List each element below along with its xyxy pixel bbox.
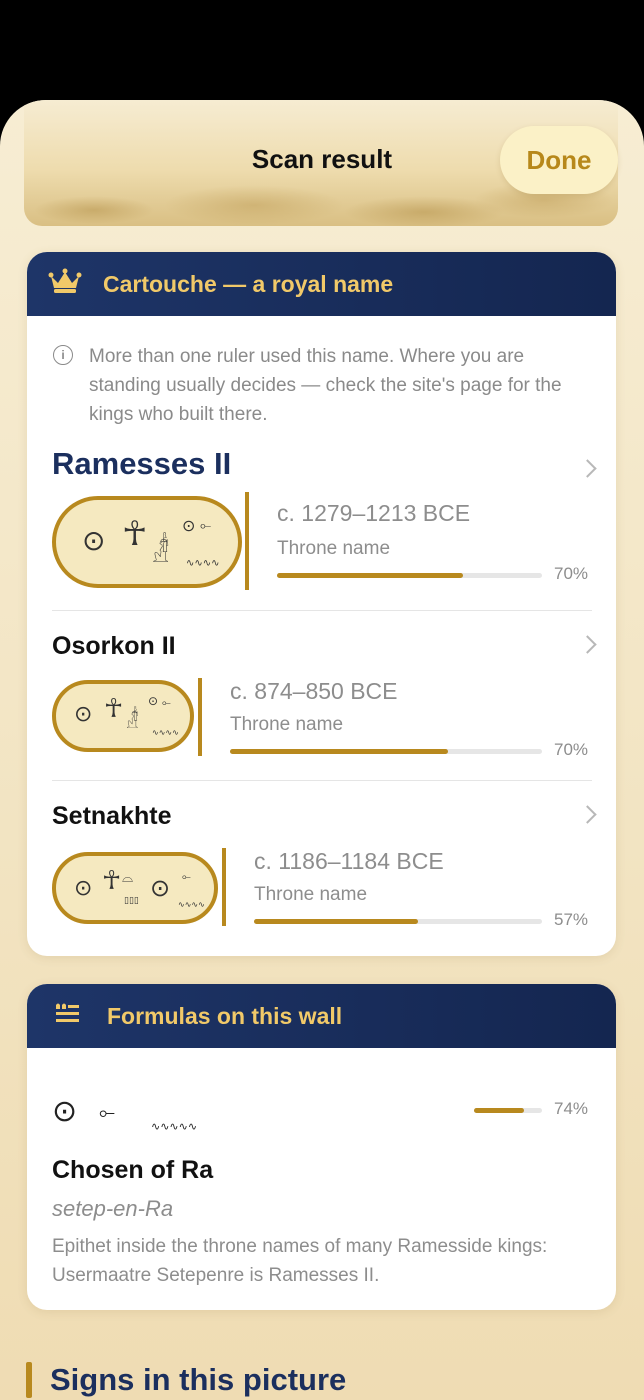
- cartouche-card-heading: Cartouche — a royal name: [103, 270, 394, 297]
- cartouche-glyph: ⊙ ☥ 𓁦 ⊙ ⟜ ∿∿∿∿: [52, 680, 194, 752]
- info-note: i More than one ruler used this name. Wh…: [53, 342, 593, 429]
- ruler-name: Ramesses II: [52, 446, 232, 481]
- cartouche-bar: [222, 848, 226, 926]
- confidence-bar: [230, 749, 542, 754]
- chevron-right-icon: [578, 459, 597, 478]
- divider: [52, 610, 592, 611]
- confidence-label: 57%: [554, 910, 589, 929]
- done-button[interactable]: Done: [500, 126, 618, 194]
- formula-title: Chosen of Ra: [52, 1156, 214, 1184]
- cartouche-card: Cartouche — a royal name i More than one…: [27, 252, 616, 956]
- ruler-row-ramesses-ii[interactable]: Ramesses II ⊙ ☥ 𓁦 ⊙ ⟜ ∿∿∿∿ c. 1279–1213 …: [27, 446, 616, 608]
- formula-description: Epithet inside the throne names of many …: [52, 1236, 548, 1286]
- confidence-label: 70%: [554, 564, 589, 583]
- crown-icon: [27, 268, 103, 300]
- ruler-name: Setnakhte: [52, 802, 172, 830]
- ruler-date: c. 874–850 BCE: [230, 678, 398, 704]
- chevron-right-icon: [578, 635, 597, 654]
- confidence-label: 74%: [554, 1099, 589, 1118]
- signs-section-heading: Signs in this picture: [26, 1362, 346, 1398]
- formula-item[interactable]: ⊙ ⟜ ∿∿∿∿∿ 74% Chosen of Ra setep-en-Ra E…: [27, 1048, 616, 1310]
- confidence-bar: [277, 573, 542, 578]
- formulas-card-header: Formulas on this wall: [27, 984, 616, 1048]
- ruler-row-osorkon-ii[interactable]: Osorkon II ⊙ ☥ 𓁦 ⊙ ⟜ ∿∿∿∿ c. 874–850 BCE…: [27, 632, 616, 782]
- divider: [52, 780, 592, 781]
- ruler-row-setnakhte[interactable]: Setnakhte ⊙ ☥ ⌓ ▯▯▯ ⊙ ⟜ ∿∿∿∿ c. 1186–118…: [27, 802, 616, 952]
- formulas-card: Formulas on this wall ⊙ ⟜ ∿∿∿∿∿ 74% Chos…: [27, 984, 616, 1310]
- cartouche-glyph: ⊙ ☥ ⌓ ▯▯▯ ⊙ ⟜ ∿∿∿∿: [52, 852, 218, 924]
- cartouche-bar: [198, 678, 202, 756]
- ruler-date: c. 1279–1213 BCE: [277, 500, 471, 526]
- ruler-name: Osorkon II: [52, 632, 176, 660]
- cartouche-glyph: ⊙ ☥ 𓁦 ⊙ ⟜ ∿∿∿∿: [52, 496, 242, 588]
- confidence-label: 70%: [554, 740, 589, 759]
- ruler-kind: Throne name: [230, 714, 344, 735]
- formulas-card-heading: Formulas on this wall: [107, 1002, 343, 1029]
- formula-transliteration: setep-en-Ra: [52, 1196, 174, 1221]
- section-accent-bar: [26, 1362, 32, 1398]
- cartouche-card-header: Cartouche — a royal name: [27, 252, 616, 316]
- formula-glyphs: ⊙: [52, 1094, 78, 1129]
- formula-glyph-2: ⟜: [99, 1100, 115, 1124]
- confidence-bar: [254, 919, 542, 924]
- chevron-right-icon: [578, 805, 597, 824]
- ruler-kind: Throne name: [254, 884, 368, 905]
- formula-glyph-3: ∿∿∿∿∿: [151, 1120, 198, 1133]
- confidence-bar: [474, 1108, 542, 1113]
- cartouche-bar: [245, 492, 249, 590]
- signs-section-title: Signs in this picture: [50, 1362, 347, 1397]
- formula-list-icon: [27, 1002, 107, 1030]
- ruler-date: c. 1186–1184 BCE: [254, 848, 444, 874]
- info-icon: i: [53, 345, 73, 365]
- info-note-text: More than one ruler used this name. Wher…: [89, 346, 562, 425]
- ruler-kind: Throne name: [277, 538, 391, 559]
